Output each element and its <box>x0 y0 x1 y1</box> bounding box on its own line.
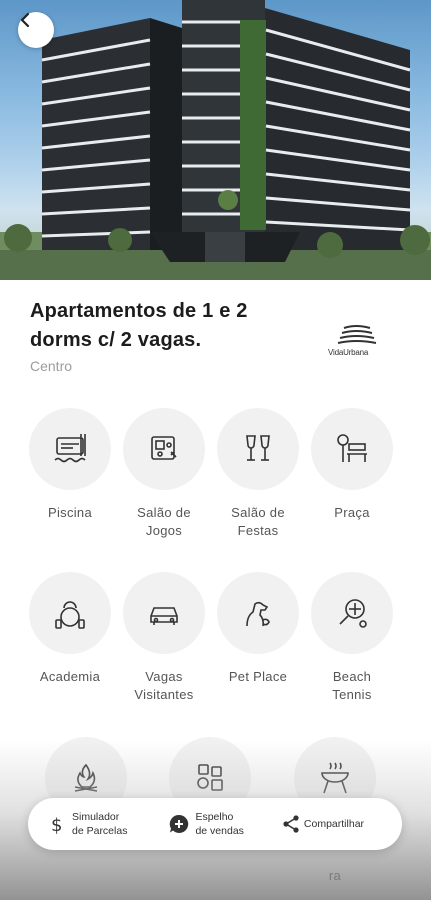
amenity-salao-de-festas[interactable]: Salão de Festas <box>211 408 305 540</box>
barbecue-icon <box>321 762 349 794</box>
mirror-button[interactable]: Espelho de vendas <box>169 810 244 838</box>
amenity-label: Pet Place <box>228 669 288 684</box>
amenity-vagas-visitantes[interactable]: Vagas Visitantes <box>117 572 211 704</box>
dollar-icon: $ <box>51 815 62 835</box>
simulator-label: Simulador de Parcelas <box>72 811 128 837</box>
amenity-label: ra <box>328 868 342 883</box>
amenity-label: Salão de Festas <box>231 505 285 538</box>
action-bar: $ Simulador de Parcelas Espelho de vendas … <box>28 798 402 850</box>
brand-logo: VidaUrbana <box>326 324 388 366</box>
amenity-beach-tennis[interactable]: Beach Tennis <box>305 572 399 704</box>
share-icon <box>283 815 299 833</box>
amenity-circle <box>123 408 205 490</box>
amenity-salao-de-jogos[interactable]: Salão de Jogos <box>117 408 211 540</box>
share-button[interactable]: Compartilhar <box>282 814 364 834</box>
amenity-piscina[interactable]: Piscina <box>23 408 117 522</box>
brand-logo-mark <box>337 325 377 344</box>
amenity-praca[interactable]: Praça <box>305 408 399 522</box>
amenity-circle <box>217 408 299 490</box>
amenity-circle <box>311 408 393 490</box>
game-room-icon <box>151 436 177 460</box>
amenity-circle <box>123 572 205 654</box>
amenity-circle <box>29 572 111 654</box>
chevron-left-icon <box>20 12 30 28</box>
share-label: Compartilhar <box>303 818 365 830</box>
amenity-label: Salão de Jogos <box>137 505 191 538</box>
amenity-label: Vagas Visitantes <box>134 669 194 702</box>
amenity-circle <box>217 572 299 654</box>
back-button[interactable] <box>18 12 54 48</box>
pool-icon <box>54 434 86 463</box>
amenity-label: Praça <box>334 505 370 520</box>
car-icon <box>150 607 178 625</box>
amenity-circle <box>29 408 111 490</box>
svg-text:$: $ <box>51 815 62 835</box>
property-title-line2: dorms c/ 2 vagas. <box>30 329 202 351</box>
amenity-circle <box>311 572 393 654</box>
building-illustration <box>0 0 431 280</box>
property-location: Centro <box>30 358 73 374</box>
amenity-label: Beach Tennis <box>332 669 372 702</box>
simulator-button[interactable]: $ Simulador de Parcelas <box>50 810 127 838</box>
property-title-line1: Apartamentos de 1 e 2 <box>30 300 248 322</box>
kettlebell-icon <box>55 601 85 629</box>
brand-logo-text: VidaUrbana <box>328 348 369 357</box>
tennis-racket-icon <box>339 599 367 628</box>
party-glasses-icon <box>246 435 270 461</box>
fire-pit-icon <box>74 763 98 792</box>
dog-icon <box>246 601 270 627</box>
amenity-label: Academia <box>39 669 101 684</box>
amenity-pet-place[interactable]: Pet Place <box>211 572 305 686</box>
hero-image <box>0 0 431 280</box>
amenity-academia[interactable]: Academia <box>23 572 117 686</box>
mirror-label: Espelho de vendas <box>195 811 244 837</box>
games-icon <box>197 764 223 791</box>
chat-plus-icon <box>170 814 189 833</box>
amenity-label: Piscina <box>47 505 92 520</box>
bench-icon <box>337 434 367 462</box>
property-title: Apartamentos de 1 e 2 dorms c/ 2 vagas. <box>30 297 320 355</box>
